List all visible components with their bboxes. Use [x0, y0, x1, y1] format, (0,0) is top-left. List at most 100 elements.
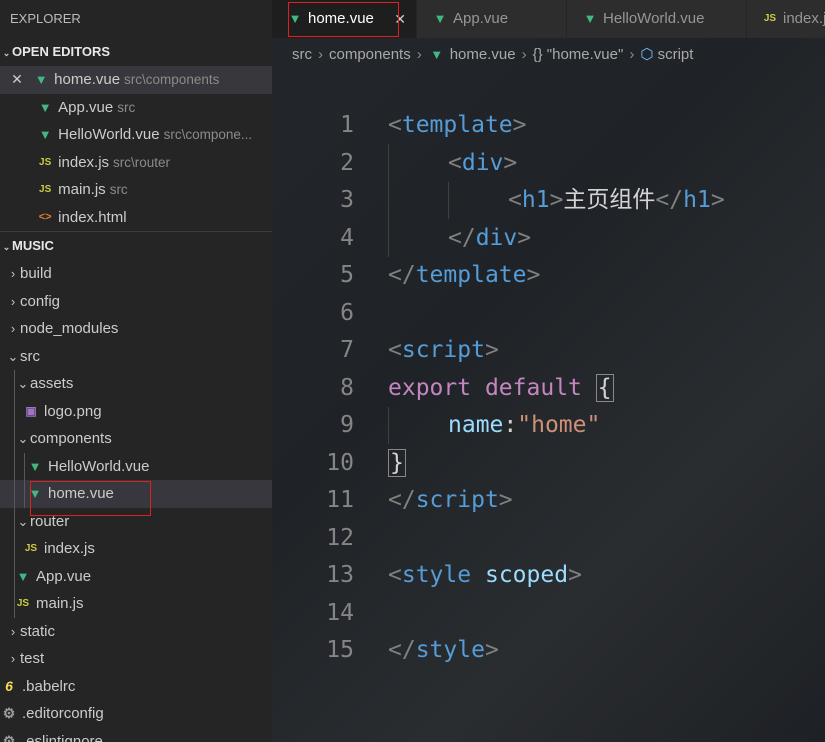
line-number: 2	[340, 149, 354, 176]
tree-label: static	[20, 622, 56, 640]
tab-home-vue[interactable]: ▼ home.vue ✕	[272, 0, 417, 38]
gear-icon: ⚙	[2, 705, 16, 722]
line-number: 6	[340, 299, 354, 326]
tree-file-editorconfig[interactable]: ⚙ .editorconfig	[0, 700, 272, 728]
code-line: 3 <h1>主页组件</h1>	[272, 182, 825, 220]
file-name: App.vue	[58, 98, 114, 116]
tab-bar: ▼ home.vue ✕ ▼ App.vue ▼ HelloWorld.vue JS i…	[272, 0, 825, 38]
tree-label: .editorconfig	[22, 705, 104, 722]
line-number: 14	[326, 599, 354, 626]
tab-index-js[interactable]: JS index.js	[747, 0, 825, 38]
tree-file-index-js[interactable]: JS index.js	[0, 535, 272, 563]
open-editor-index-js[interactable]: JS index.js src\router	[0, 149, 272, 177]
open-editor-main-js[interactable]: JS main.js src	[0, 176, 272, 204]
close-icon[interactable]: ✕	[10, 66, 24, 93]
open-editor-helloworld-vue[interactable]: ▼ HelloWorld.vue src\compone...	[0, 121, 272, 149]
breadcrumb-file[interactable]: home.vue	[450, 46, 516, 63]
code-line: 7 <script>	[272, 332, 825, 370]
tree-folder-components[interactable]: ⌄ components	[0, 425, 272, 453]
tree-label: App.vue	[36, 567, 92, 585]
breadcrumb-src[interactable]: src	[292, 46, 312, 63]
tree-folder-assets[interactable]: ⌄ assets	[0, 370, 272, 398]
code-line: 5 </template>	[272, 257, 825, 295]
tree-folder-node-modules[interactable]: › node_modules	[0, 315, 272, 343]
code-line: 10}	[272, 445, 825, 483]
tree-folder-config[interactable]: › config	[0, 288, 272, 316]
tree-label: node_modules	[20, 320, 119, 337]
tree-file-main-js[interactable]: JS main.js	[0, 590, 272, 618]
code-line: 9 name:"home"	[272, 407, 825, 445]
indent-guide	[14, 562, 15, 590]
braces-icon: {}	[532, 46, 543, 63]
line-number: 13	[326, 562, 354, 588]
tab-helloworld-vue[interactable]: ▼ HelloWorld.vue	[567, 0, 747, 38]
vue-file-icon: ▼	[433, 11, 447, 27]
code-editor[interactable]: 1 <template> 2 <div> 3 <h1>主页组件</h1> 4 </div…	[272, 107, 825, 670]
open-editor-home-vue[interactable]: ✕ ▼ home.vue src\components	[0, 66, 272, 94]
chevron-down-icon: ⌄	[17, 431, 29, 446]
tree-folder-router[interactable]: ⌄ router	[0, 507, 272, 535]
tab-label: App.vue	[453, 10, 509, 27]
chevron-down-icon: ⌄	[7, 348, 19, 364]
tree-folder-build[interactable]: › build	[0, 260, 272, 288]
chevron-down-icon: ⌄	[17, 376, 29, 391]
tree-label: logo.png	[44, 402, 102, 420]
tree-label: src	[20, 347, 40, 365]
project-header[interactable]: ⌄ MUSIC	[0, 232, 272, 260]
tree-folder-static[interactable]: › static	[0, 618, 272, 646]
tree-label: .babelrc	[22, 677, 76, 695]
file-name: home.vue	[54, 71, 121, 88]
vue-file-icon: ▼	[288, 11, 302, 27]
breadcrumb-leaf[interactable]: script	[658, 46, 694, 63]
code-line: 12	[272, 520, 825, 558]
tree-label: router	[30, 512, 70, 530]
file-name: HelloWorld.vue	[58, 126, 160, 143]
tree-label: HelloWorld.vue	[48, 457, 150, 475]
tree-label: build	[20, 265, 52, 282]
file-name: index.js	[58, 153, 110, 171]
js-file-icon: JS	[24, 543, 38, 555]
code-line: 15 </style>	[272, 632, 825, 670]
tree-file-logo-png[interactable]: ▣ logo.png	[0, 397, 272, 425]
js-file-icon: JS	[39, 184, 52, 196]
vue-file-icon: ▼	[430, 47, 444, 63]
tree-file-eslintignore[interactable]: ⚙ .eslintignore	[0, 728, 272, 742]
tree-file-helloworld-vue[interactable]: ▼ HelloWorld.vue	[0, 452, 272, 480]
file-path: src\components	[124, 72, 220, 87]
file-path: src\router	[113, 154, 171, 170]
open-editor-index-html[interactable]: <> index.html	[0, 204, 272, 232]
open-editors-header[interactable]: ⌄ OPEN EDITORS	[0, 38, 272, 66]
image-file-icon: ▣	[25, 403, 37, 418]
tree-file-app-vue[interactable]: ▼ App.vue	[0, 562, 272, 590]
tree-folder-test[interactable]: › test	[0, 645, 272, 673]
breadcrumb-symbol[interactable]: "home.vue"	[547, 46, 624, 63]
line-number: 9	[340, 412, 354, 438]
code-line: 8 export default {	[272, 370, 825, 408]
editor-area: ▼ home.vue ✕ ▼ App.vue ▼ HelloWorld.vue JS i…	[272, 0, 825, 742]
tree-label: test	[20, 650, 45, 667]
line-number: 10	[326, 449, 354, 476]
line-number: 1	[340, 112, 354, 138]
file-path: src	[109, 182, 128, 197]
open-editors-label: OPEN EDITORS	[12, 44, 111, 59]
vue-file-icon: ▼	[28, 458, 42, 474]
file-path: src	[117, 99, 136, 115]
explorer-title: EXPLORER	[10, 11, 81, 26]
close-icon[interactable]: ✕	[394, 0, 406, 38]
line-number: 5	[340, 262, 354, 288]
code-line: 4 </div>	[272, 220, 825, 258]
js-file-icon: JS	[39, 156, 52, 168]
tree-folder-src[interactable]: ⌄ src	[0, 343, 272, 371]
tree-file-home-vue[interactable]: ▼ home.vue	[0, 480, 272, 508]
indent-guide	[14, 535, 15, 563]
chevron-right-icon: ›	[416, 46, 422, 63]
file-name: main.js	[58, 181, 106, 198]
tree-label: main.js	[36, 595, 84, 612]
tree-file-babelrc[interactable]: 6 .babelrc	[0, 673, 272, 701]
file-path: src\compone...	[163, 127, 253, 142]
code-line: 11 </script>	[272, 482, 825, 520]
open-editor-app-vue[interactable]: ▼ App.vue src	[0, 94, 272, 122]
babel-icon: 6	[5, 677, 13, 694]
tab-app-vue[interactable]: ▼ App.vue	[417, 0, 567, 38]
breadcrumb-components[interactable]: components	[329, 46, 411, 63]
